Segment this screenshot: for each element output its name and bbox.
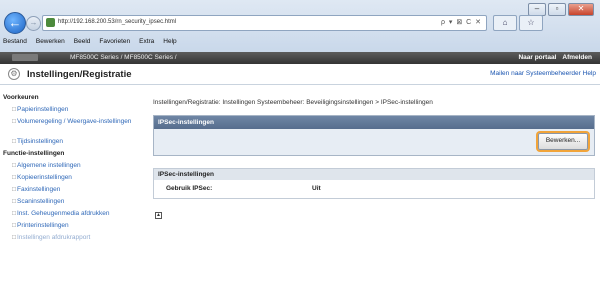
sidebar-group-preferences: Voorkeuren: [3, 94, 39, 101]
menu-favorieten[interactable]: Favorieten: [99, 35, 130, 49]
sidebar-item-label: Kopieerinstellingen: [17, 174, 72, 181]
use-ipsec-value: Uit: [312, 185, 321, 192]
menu-bar: Bestand Bewerken Beeld Favorieten Extra …: [0, 35, 600, 49]
sidebar-item-label: Papierinstellingen: [17, 106, 69, 113]
menu-help[interactable]: Help: [163, 35, 176, 49]
sidebar-item-label: Volumeregeling / Weergave-instellingen: [17, 118, 132, 125]
sidebar-item-scan[interactable]: □ Scaninstellingen: [0, 196, 150, 208]
sidebar-item-volume-display[interactable]: □ Volumeregeling / Weergave-instellingen: [0, 116, 150, 136]
address-tools[interactable]: ρ ▾ ⊠ C ✕: [441, 18, 482, 26]
logout-link[interactable]: Afmelden: [562, 54, 592, 61]
page-title: Instellingen/Registratie: [27, 69, 132, 80]
sidebar-item-label: Instellingen afdrukrapport: [17, 234, 91, 241]
breadcrumb: Instellingen/Registratie: Instellingen S…: [153, 99, 433, 106]
device-links: Naar portaal Afmelden: [518, 54, 592, 61]
site-icon: [46, 18, 55, 27]
sidebar-item-report[interactable]: □ Instellingen afdrukrapport: [0, 232, 150, 244]
sidebar-item-memory-media[interactable]: □ Inst. Geheugenmedia afdrukken: [0, 208, 150, 220]
sidebar-group-functions: Functie-instellingen: [3, 150, 65, 157]
setting-row: Gebruik IPSec: Uit: [154, 180, 594, 198]
address-bar[interactable]: http://192.168.200.53/rn_security_ipsec.…: [42, 15, 487, 31]
portal-link[interactable]: Naar portaal: [518, 54, 556, 61]
maximize-button[interactable]: ▫: [548, 3, 566, 16]
title-bar: ⚙ Instellingen/Registratie Mailen naar S…: [0, 64, 600, 85]
arrow-left-icon: ←: [8, 15, 22, 30]
edit-button[interactable]: Bewerken...: [538, 133, 588, 150]
sidebar-item-fax[interactable]: □ Faxinstellingen: [0, 184, 150, 196]
menu-bestand[interactable]: Bestand: [3, 35, 27, 49]
device-id-redacted: [12, 54, 38, 61]
settings-icon: ⚙: [8, 68, 20, 80]
ipsec-panel: IPSec-instellingen Bewerken...: [153, 115, 595, 156]
sidebar-item-label: Algemene instellingen: [17, 162, 81, 169]
device-bar: MF8500C Series / MF8500C Series / Naar p…: [0, 52, 600, 64]
section-title: IPSec-instellingen: [154, 169, 594, 180]
back-button[interactable]: ←: [4, 12, 26, 34]
sidebar-item-label: Tijdsinstellingen: [17, 138, 64, 145]
use-ipsec-label: Gebruik IPSec:: [166, 185, 213, 192]
menu-bewerken[interactable]: Bewerken: [36, 35, 65, 49]
browser-tool-buttons: ⌂ ☆: [493, 15, 543, 31]
back-to-top-icon[interactable]: ▲: [155, 212, 162, 219]
forward-button[interactable]: →: [26, 16, 41, 31]
favorites-button[interactable]: ☆: [519, 15, 543, 31]
menu-beeld[interactable]: Beeld: [74, 35, 91, 49]
ipsec-settings-section: IPSec-instellingen Gebruik IPSec: Uit: [153, 168, 595, 199]
sidebar: Voorkeuren □ Papierinstellingen □ Volumere…: [0, 92, 150, 308]
home-button[interactable]: ⌂: [493, 15, 517, 31]
panel-body: Bewerken...: [154, 129, 594, 155]
sidebar-item-label: Printerinstellingen: [17, 222, 69, 229]
sidebar-item-time[interactable]: □ Tijdsinstellingen: [0, 136, 150, 148]
menu-extra[interactable]: Extra: [139, 35, 154, 49]
address-url[interactable]: http://192.168.200.53/rn_security_ipsec.…: [58, 19, 176, 25]
arrow-right-icon: →: [29, 18, 38, 27]
sidebar-item-paper[interactable]: □ Papierinstellingen: [0, 104, 150, 116]
close-window-button[interactable]: ✕: [568, 3, 594, 16]
panel-title: IPSec-instellingen: [154, 116, 594, 129]
sidebar-item-copy[interactable]: □ Kopieerinstellingen: [0, 172, 150, 184]
admin-help-links[interactable]: Mailen naar Systeembeheerder Help: [490, 70, 596, 77]
sidebar-item-label: Faxinstellingen: [17, 186, 61, 193]
device-title: MF8500C Series / MF8500C Series /: [70, 54, 177, 61]
browser-chrome: – ▫ ✕ ← → http://192.168.200.53/rn_secur…: [0, 0, 600, 52]
sidebar-item-label: Scaninstellingen: [17, 198, 65, 205]
sidebar-item-label: Inst. Geheugenmedia afdrukken: [17, 210, 110, 217]
sidebar-item-general[interactable]: □ Algemene instellingen: [0, 160, 150, 172]
sidebar-item-printer[interactable]: □ Printerinstellingen: [0, 220, 150, 232]
